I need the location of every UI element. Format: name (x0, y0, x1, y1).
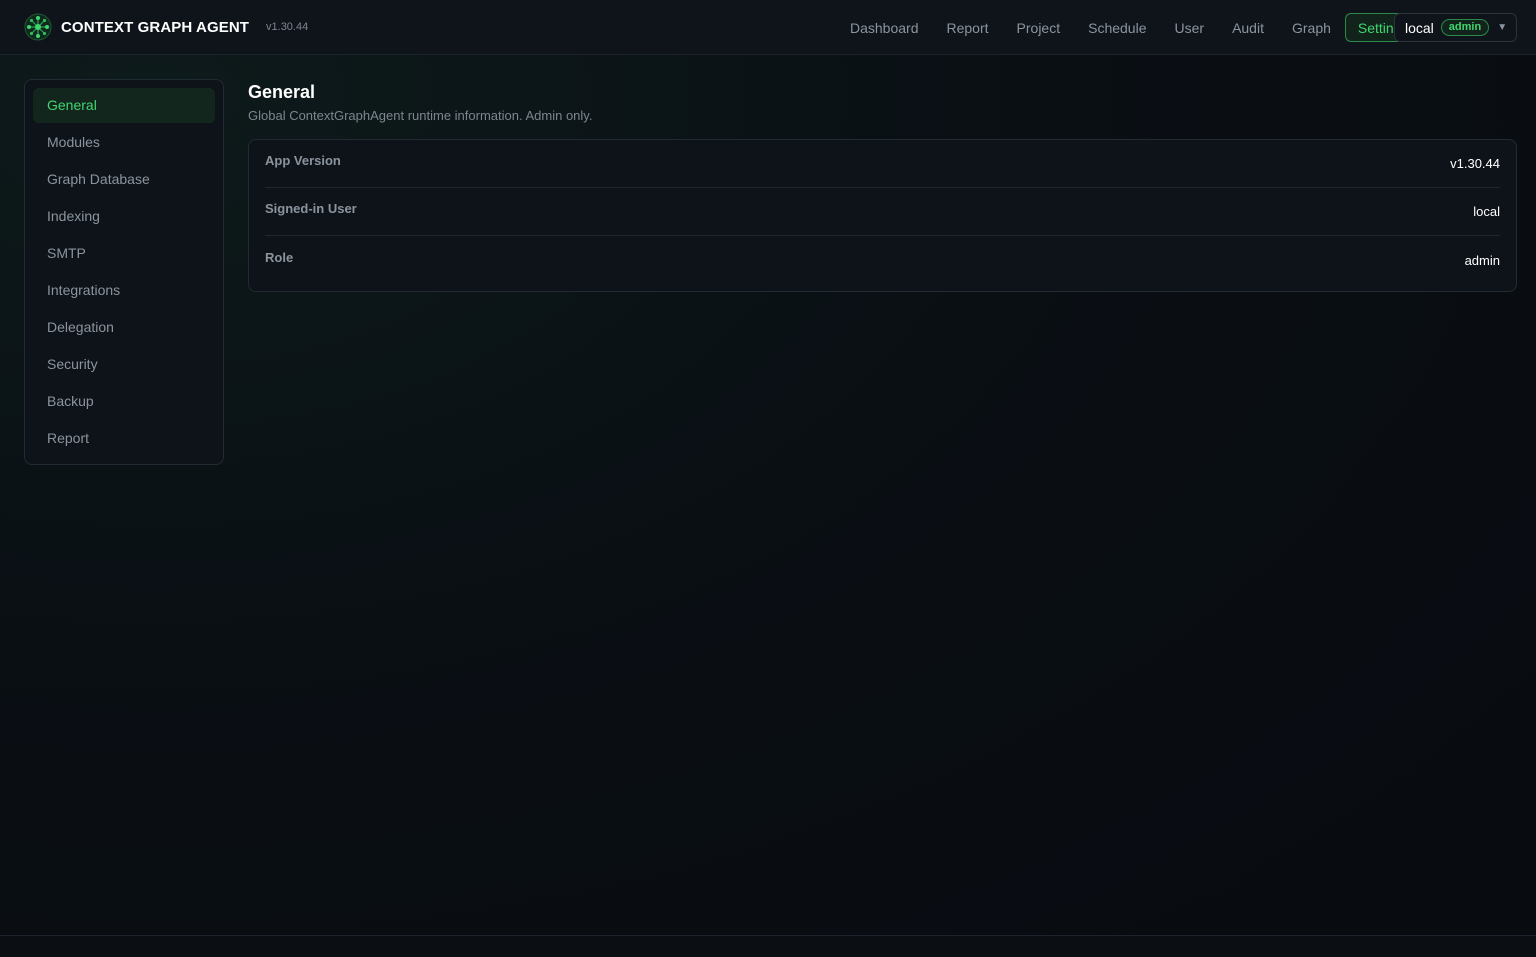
info-label: Signed-in User (265, 201, 357, 216)
nav-graph[interactable]: Graph (1278, 13, 1345, 42)
nav-audit[interactable]: Audit (1218, 13, 1278, 42)
chevron-down-icon: ▼ (1497, 22, 1508, 33)
info-row-role: Role admin (265, 236, 1500, 284)
nav-user[interactable]: User (1161, 13, 1219, 42)
info-value: local (1473, 204, 1500, 219)
sidebar-item-report[interactable]: Report (33, 421, 215, 456)
info-row-app-version: App Version v1.30.44 (265, 140, 1500, 188)
footer-bar (0, 935, 1536, 957)
main-nav: Dashboard Report Project Schedule User A… (836, 13, 1422, 42)
brand-name: CONTEXT GRAPH AGENT (61, 18, 250, 36)
nav-project[interactable]: Project (1003, 13, 1075, 42)
app-version-label: v1.30.44 (266, 21, 309, 33)
sidebar-item-delegation[interactable]: Delegation (33, 310, 215, 345)
user-name: local (1405, 19, 1434, 36)
graph-network-icon (24, 13, 52, 41)
nav-schedule[interactable]: Schedule (1074, 13, 1160, 42)
info-value: v1.30.44 (1450, 156, 1500, 171)
info-label: Role (265, 249, 294, 265)
info-label: App Version (265, 153, 341, 168)
top-navbar: CONTEXT GRAPH AGENT v1.30.44 Dashboard R… (0, 0, 1536, 55)
sidebar-item-modules[interactable]: Modules (33, 125, 215, 160)
settings-sidebar: General Modules Graph Database Indexing … (24, 79, 224, 465)
page-subtitle: Global ContextGraphAgent runtime informa… (248, 108, 593, 123)
runtime-info-card: App Version v1.30.44 Signed-in User loca… (248, 139, 1517, 292)
sidebar-item-graph-database[interactable]: Graph Database (33, 162, 215, 197)
role-badge: admin (1440, 19, 1490, 36)
info-row-signed-in-user: Signed-in User local (265, 188, 1500, 236)
sidebar-item-smtp[interactable]: SMTP (33, 236, 215, 271)
main-content: General Global ContextGraphAgent runtime… (248, 80, 1517, 292)
sidebar-item-backup[interactable]: Backup (33, 384, 215, 419)
sidebar-item-general[interactable]: General (33, 88, 215, 123)
sidebar-item-integrations[interactable]: Integrations (33, 273, 215, 308)
sidebar-item-security[interactable]: Security (33, 347, 215, 382)
nav-dashboard[interactable]: Dashboard (836, 13, 933, 42)
brand-logo[interactable]: CONTEXT GRAPH AGENT v1.30.44 (24, 13, 308, 41)
user-menu-dropdown[interactable]: local admin ▼ (1394, 13, 1517, 42)
info-value: admin (1464, 252, 1500, 268)
page-title: General (248, 82, 316, 102)
nav-report[interactable]: Report (933, 13, 1003, 42)
sidebar-item-indexing[interactable]: Indexing (33, 199, 215, 234)
